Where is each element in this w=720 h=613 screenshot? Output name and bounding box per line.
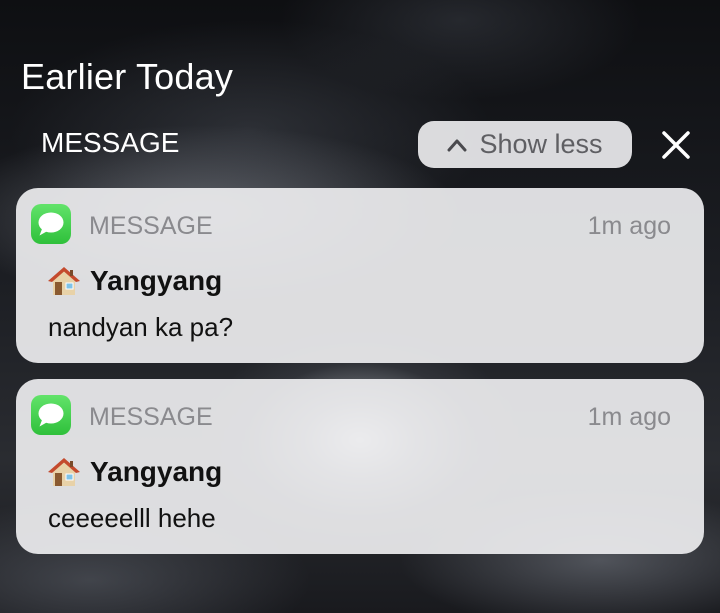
message-text: nandyan ka pa? — [48, 312, 234, 342]
sender-name: Yangyang — [90, 265, 223, 296]
messages-app-icon — [31, 395, 71, 435]
notification-card[interactable]: MESSAGE 1m ago Yangyang ceeeeelll hehe — [16, 379, 704, 554]
sender-row: Yangyang — [48, 456, 222, 488]
sender-name: Yangyang — [90, 456, 223, 487]
sender-row: Yangyang — [48, 265, 222, 297]
close-icon — [662, 131, 690, 159]
timestamp: 1m ago — [587, 212, 671, 240]
notification-card[interactable]: MESSAGE 1m ago Yangyang nandyan ka pa? — [16, 188, 704, 363]
close-button[interactable] — [652, 121, 700, 169]
timestamp: 1m ago — [587, 403, 671, 431]
app-name: MESSAGE — [89, 403, 213, 431]
app-name: MESSAGE — [89, 212, 213, 240]
show-less-label: Show less — [479, 129, 603, 159]
show-less-button[interactable]: Show less — [418, 121, 632, 168]
house-emoji-icon — [48, 267, 80, 295]
section-title: Earlier Today — [21, 56, 234, 97]
message-text: ceeeeelll hehe — [48, 503, 216, 533]
chevron-up-icon — [447, 139, 467, 151]
messages-app-icon — [31, 204, 71, 244]
house-emoji-icon — [48, 458, 80, 486]
notification-group-label: MESSAGE — [41, 127, 180, 158]
